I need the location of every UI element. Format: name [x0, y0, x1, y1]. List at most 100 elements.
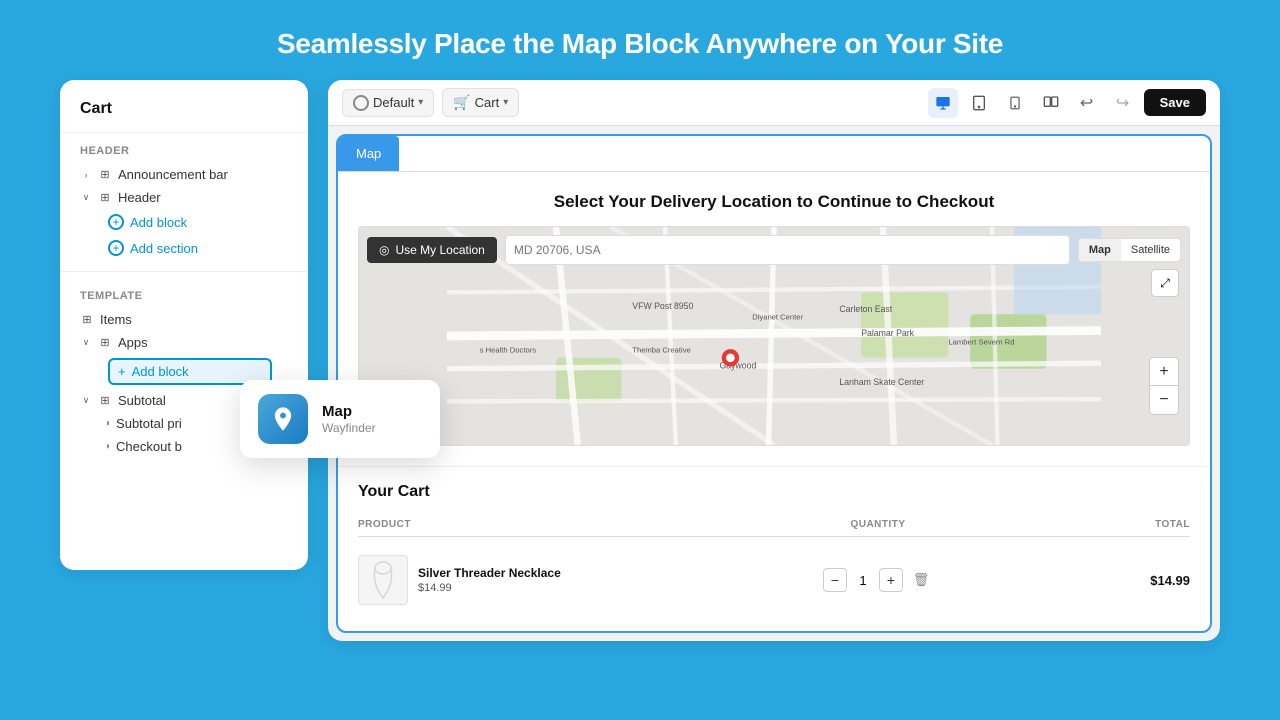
apps-label: Apps [118, 335, 148, 350]
chevron-down-icon-2: ∨ [80, 337, 92, 349]
svg-text:s Health Doctors: s Health Doctors [480, 345, 537, 354]
cart-panel: Cart Header › ⊞ Announcement bar ∨ ⊞ Hea… [60, 80, 308, 570]
zoom-in-btn[interactable]: + [1150, 358, 1178, 386]
divider-1 [60, 271, 308, 272]
map-toolbar: ◎ Use My Location Map Satellite [367, 235, 1181, 265]
total-header: TOTAL [982, 519, 1190, 530]
tooltip-popup: Map Wayfinder [240, 380, 440, 458]
svg-text:Palamar Park: Palamar Park [861, 328, 914, 338]
necklace-svg [368, 560, 398, 600]
sidebar-item-items[interactable]: ⊞ Items [80, 308, 288, 331]
item-total: $14.99 [982, 573, 1190, 588]
dropdown-arrow-icon: ▾ [418, 97, 423, 108]
chevron-right-icon: › [80, 169, 92, 181]
map-type-buttons: Map Satellite [1078, 238, 1181, 262]
svg-text:VFW Post 8950: VFW Post 8950 [632, 301, 693, 311]
delete-item-btn[interactable]: 🗑 [909, 568, 933, 592]
browser-toolbar: Default ▾ 🛒 Cart ▾ [328, 80, 1220, 126]
product-header: PRODUCT [358, 519, 774, 530]
checkout-icon: ◑ [104, 441, 110, 452]
quantity-header: QUANTITY [774, 519, 982, 530]
add-block-label: Add block [130, 215, 187, 230]
grid-icon-5: ⊞ [98, 394, 112, 408]
map-type-map-btn[interactable]: Map [1079, 239, 1121, 261]
qty-increase-btn[interactable]: + [879, 568, 903, 592]
sidebar-item-apps[interactable]: ∨ ⊞ Apps [80, 331, 288, 354]
svg-text:Diyanet Center: Diyanet Center [752, 313, 803, 322]
subtotal-price-label: Subtotal pri [116, 416, 182, 431]
qty-decrease-btn[interactable]: − [823, 568, 847, 592]
plus-circle-icon-3: + [118, 364, 126, 379]
qty-value: 1 [853, 573, 873, 588]
map-container: ◎ Use My Location Map Satellite [358, 226, 1190, 446]
grid-icon-2: ⊞ [98, 191, 112, 205]
mobile-view-btn[interactable] [1000, 88, 1030, 118]
cart-dropdown-arrow-icon: ▾ [503, 97, 508, 108]
plus-circle-icon: + [108, 214, 124, 230]
cart-items-title: Your Cart [358, 483, 1190, 501]
subtotal-label: Subtotal [118, 393, 166, 408]
map-zoom-controls: + − [1149, 357, 1179, 415]
default-dropdown[interactable]: Default ▾ [342, 89, 434, 117]
grid-icon: ⊞ [98, 168, 112, 182]
cart-item-name: Silver Threader Necklace [418, 566, 561, 580]
template-section-label: Template [80, 290, 288, 302]
split-view-btn[interactable] [1036, 88, 1066, 118]
cart-items-section: Your Cart PRODUCT QUANTITY TOTAL [338, 467, 1210, 631]
svg-text:Themba Creative: Themba Creative [632, 345, 690, 354]
tooltip-map-icon [258, 394, 308, 444]
grid-icon-3: ⊞ [80, 313, 94, 327]
chevron-down-icon-3: ∨ [80, 395, 92, 407]
svg-text:Carleton East: Carleton East [839, 304, 892, 314]
add-section-button[interactable]: + Add section [80, 235, 288, 261]
add-block-button[interactable]: + Add block [80, 209, 288, 235]
save-button[interactable]: Save [1144, 89, 1206, 116]
map-type-satellite-btn[interactable]: Satellite [1121, 239, 1180, 261]
browser-panel: Default ▾ 🛒 Cart ▾ [328, 80, 1220, 641]
svg-text:Lanham Skate Center: Lanham Skate Center [839, 377, 924, 387]
cart-dropdown[interactable]: 🛒 Cart ▾ [442, 88, 519, 117]
main-content: Cart Header › ⊞ Announcement bar ∨ ⊞ Hea… [0, 80, 1280, 680]
cart-table-header: PRODUCT QUANTITY TOTAL [358, 513, 1190, 537]
sidebar-item-announcement[interactable]: › ⊞ Announcement bar [80, 163, 288, 186]
items-label: Items [100, 312, 132, 327]
add-section-label: Add section [130, 241, 198, 256]
checkout-label: Checkout b [116, 439, 182, 454]
sidebar-item-header[interactable]: ∨ ⊞ Header [80, 186, 288, 209]
tablet-view-btn[interactable] [964, 88, 994, 118]
cart-item-thumbnail [358, 555, 408, 605]
cart-item-info: Silver Threader Necklace $14.99 [358, 555, 774, 605]
tooltip-text: Map Wayfinder [322, 403, 376, 435]
toolbar-right: ↩ ↪ Save [928, 88, 1206, 118]
chevron-down-icon: ∨ [80, 192, 92, 204]
map-section: Select Your Delivery Location to Continu… [338, 172, 1210, 467]
undo-btn[interactable]: ↩ [1072, 88, 1102, 118]
default-label: Default [373, 95, 414, 110]
map-heading: Select Your Delivery Location to Continu… [358, 192, 1190, 212]
cart-item-price: $14.99 [418, 582, 561, 594]
map-tab-bar: Map [338, 136, 1210, 172]
header-section: Header › ⊞ Announcement bar ∨ ⊞ Header +… [60, 133, 308, 265]
address-input[interactable] [505, 235, 1070, 265]
svg-text:Lambert Severn Rd: Lambert Severn Rd [948, 338, 1014, 347]
cart-icon: 🛒 [453, 94, 470, 111]
plus-circle-icon-2: + [108, 240, 124, 256]
zoom-out-btn[interactable]: − [1150, 386, 1178, 414]
browser-content: Map Select Your Delivery Location to Con… [338, 136, 1210, 631]
grid-icon-4: ⊞ [98, 336, 112, 350]
globe-icon [353, 95, 369, 111]
use-location-btn[interactable]: ◎ Use My Location [367, 237, 497, 263]
redo-btn[interactable]: ↪ [1108, 88, 1138, 118]
quantity-controls: − 1 + 🗑 [774, 568, 982, 592]
use-location-label: Use My Location [395, 243, 484, 257]
toolbar-left: Default ▾ 🛒 Cart ▾ [342, 88, 918, 117]
map-expand-btn[interactable]: ⤢ [1151, 269, 1179, 297]
map-tab[interactable]: Map [338, 136, 399, 171]
tooltip-name: Map [322, 403, 376, 420]
announcement-bar-label: Announcement bar [118, 167, 228, 182]
tooltip-subtitle: Wayfinder [322, 421, 376, 435]
desktop-view-btn[interactable] [928, 88, 958, 118]
add-block-apps-label: Add block [132, 364, 189, 379]
cart-item-row: Silver Threader Necklace $14.99 − 1 + 🗑 … [358, 545, 1190, 615]
subtotal-price-icon: ◑ [104, 418, 110, 429]
